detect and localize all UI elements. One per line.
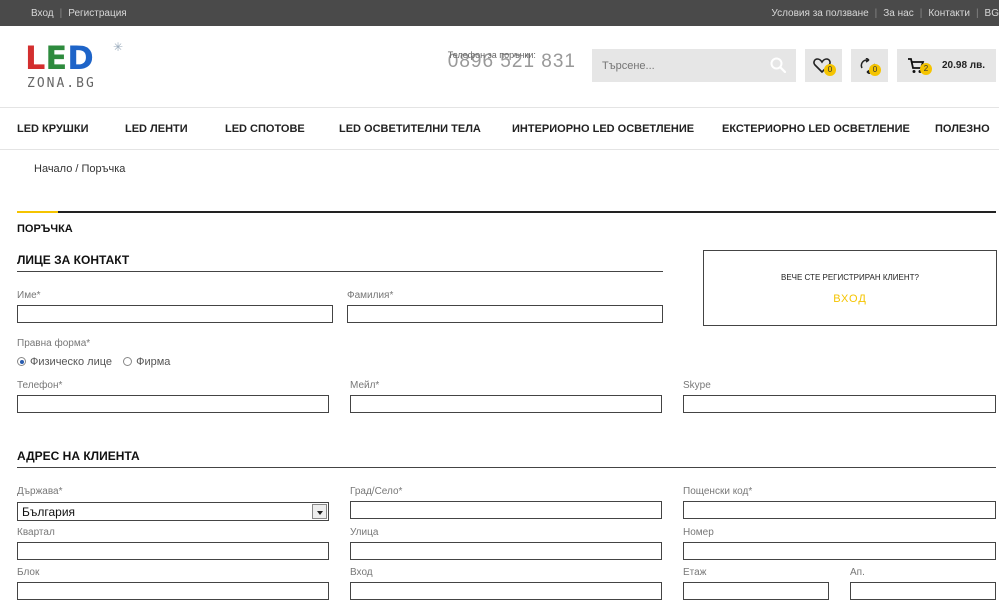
street-label: Улица [350,527,379,538]
account-links: Вход | Регистрация [31,8,127,19]
city-label: Град/Село* [350,486,403,497]
apartment-label: Ап. [850,567,865,578]
entrance-label: Вход [350,567,373,578]
cart-count-badge: 2 [920,63,932,75]
last-name-field[interactable] [347,305,663,323]
country-select[interactable]: България [17,502,329,521]
nav-outdoor-lighting[interactable]: ЕКСТЕРИОРНО LED ОСВЕТЛЕНИЕ [722,123,910,135]
radio-individual-label[interactable]: Физическо лице [30,356,112,368]
terms-link[interactable]: Условия за ползване [771,8,868,19]
first-name-field[interactable] [17,305,333,323]
entrance-field[interactable] [350,582,662,600]
radio-individual[interactable] [17,357,26,366]
page-divider [17,211,996,213]
contacts-link[interactable]: Контакти [928,8,970,19]
site-logo[interactable]: LED ✳ ZONA.BG [25,39,135,98]
apartment-field[interactable] [850,582,996,600]
nav-useful[interactable]: ПОЛЕЗНО [935,123,990,135]
postcode-label: Пощенски код* [683,486,753,497]
compare-count-badge: 0 [869,64,881,76]
login-button[interactable]: ВХОД [704,293,996,305]
nav-indoor-lighting[interactable]: ИНТЕРИОРНО LED ОСВЕТЛЕНИЕ [512,123,694,135]
skype-label: Skype [683,380,711,391]
block-field[interactable] [17,582,329,600]
phone-field[interactable] [17,395,329,413]
phone-label: Телефон за поръчки: [447,50,536,60]
nav-led-spots[interactable]: LED СПОТОВЕ [225,123,305,135]
wishlist-button[interactable]: 0 [805,49,842,82]
contact-section-title: ЛИЦЕ ЗА КОНТАКТ [17,253,130,267]
legal-form-options: Физическо лице Фирма [17,356,178,368]
order-phone: Телефон за поръчки: 0896 521 831 [448,50,576,73]
email-label: Мейл* [350,380,380,391]
street-field[interactable] [350,542,662,560]
existing-customer-box: ВЕЧЕ СТЕ РЕГИСТРИРАН КЛИЕНТ? ВХОД [703,250,997,326]
search-input[interactable] [592,49,767,82]
main-navigation: LED КРУШКИ LED ЛЕНТИ LED СПОТОВЕ LED ОСВ… [0,107,999,150]
email-field[interactable] [350,395,662,413]
about-link[interactable]: За нас [883,8,913,19]
radio-company-label[interactable]: Фирма [136,356,170,368]
phone-field-label: Телефон* [17,380,63,391]
address-section-title: АДРЕС НА КЛИЕНТА [17,449,140,463]
nav-led-fixtures[interactable]: LED ОСВЕТИТЕЛНИ ТЕЛА [339,123,481,135]
district-label: Квартал [17,527,55,538]
login-link[interactable]: Вход [31,8,54,19]
radio-company[interactable] [123,357,133,366]
city-field[interactable] [350,501,662,519]
country-label: Държава* [17,486,63,497]
info-links: Условия за ползване | За нас | Контакти | BG [771,8,999,19]
separator: | [975,8,979,19]
wishlist-count-badge: 0 [824,64,836,76]
last-name-label: Фамилия* [347,290,394,301]
skype-field[interactable] [683,395,996,413]
separator: | [874,8,878,19]
postcode-field[interactable] [683,501,996,519]
nav-led-strips[interactable]: LED ЛЕНТИ [125,123,188,135]
search-icon[interactable] [770,57,786,73]
number-field[interactable] [683,542,996,560]
floor-field[interactable] [683,582,829,600]
block-label: Блок [17,567,40,578]
logo-subtitle: ZONA.BG [27,76,96,91]
cart-button[interactable]: 2 20.98 лв. [897,49,996,82]
cart-total: 20.98 лв. [942,60,986,71]
contact-section-divider [17,271,663,272]
page-title: ПОРЪЧКА [17,223,73,235]
separator: | [919,8,923,19]
language-switch[interactable]: BG [985,8,999,19]
address-section-divider [17,467,996,468]
country-value: България [22,505,76,519]
existing-customer-question: ВЕЧЕ СТЕ РЕГИСТРИРАН КЛИЕНТ? [780,273,919,282]
first-name-label: Име* [17,290,41,301]
register-link[interactable]: Регистрация [68,8,126,19]
district-field[interactable] [17,542,329,560]
number-label: Номер [683,527,714,538]
search-box [592,49,796,82]
chevron-down-icon[interactable] [312,504,327,519]
breadcrumb[interactable]: Начало / Поръчка [34,163,125,175]
floor-label: Етаж [683,567,707,578]
page-divider-accent [17,211,58,213]
separator: | [59,8,63,19]
compare-button[interactable]: 0 [851,49,888,82]
top-bar: Вход | Регистрация Условия за ползване | За … [0,0,999,26]
nav-led-bulbs[interactable]: LED КРУШКИ [17,123,88,135]
sparkle-icon: ✳ [113,40,124,54]
legal-form-label: Правна форма* [17,338,91,349]
logo-led-text: LED [25,39,94,77]
